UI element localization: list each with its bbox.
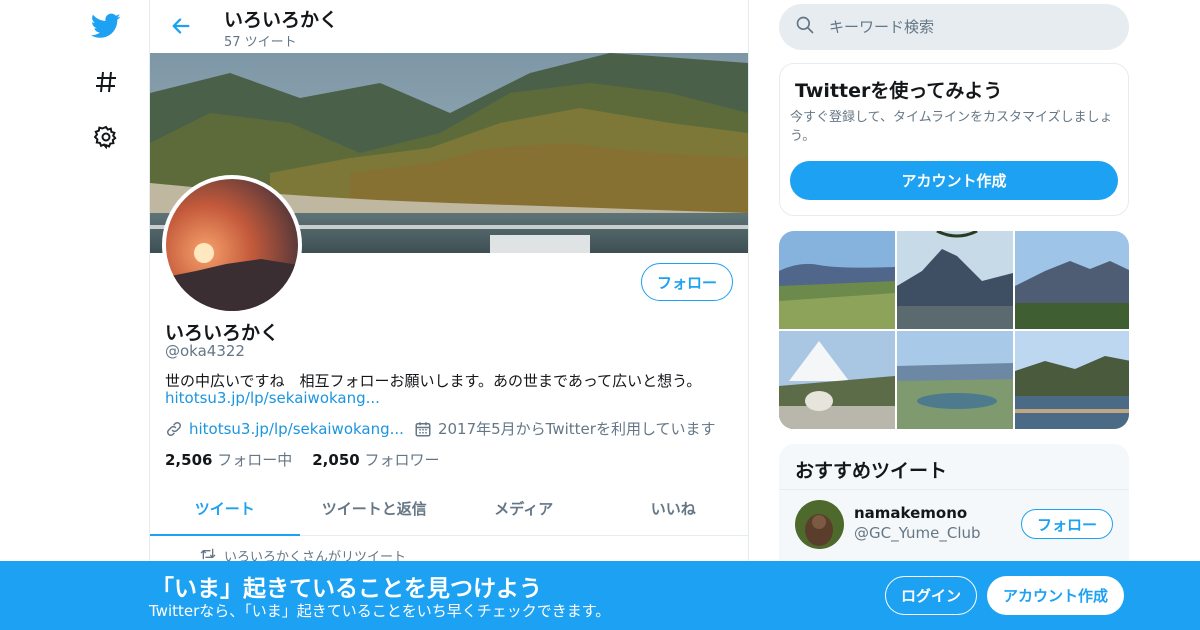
followers-stat[interactable]: 2,050 フォロワー bbox=[312, 449, 439, 470]
profile-meta: hitotsu3.jp/lp/sekaiwokang... 2017年5月からT… bbox=[165, 418, 716, 439]
follow-button[interactable]: フォロー bbox=[641, 263, 733, 301]
media-thumb[interactable] bbox=[897, 331, 1013, 429]
search-icon bbox=[795, 15, 815, 39]
profile-topbar: いろいろかく 57 ツイート bbox=[150, 0, 748, 53]
signup-button[interactable]: アカウント作成 bbox=[987, 576, 1124, 615]
profile-tabs: ツイート ツイートと返信 メディア いいね bbox=[150, 481, 748, 536]
tab-tweets[interactable]: ツイート bbox=[150, 481, 300, 536]
app-root: いろいろかく 57 ツイート フォロー いろいろかく @oka4322 世の中広… bbox=[0, 0, 1200, 630]
back-arrow-icon[interactable] bbox=[166, 11, 196, 41]
profile-stats: 2,506 フォロー中 2,050 フォロワー bbox=[165, 449, 440, 470]
recommended-title: おすすめツイート bbox=[795, 460, 948, 482]
profile-bio: 世の中広いですね 相互フォローお願いします。あの世まであって広いと想う。 bbox=[165, 372, 702, 390]
divider bbox=[779, 489, 1129, 490]
gear-icon[interactable] bbox=[90, 121, 122, 153]
search-box[interactable] bbox=[779, 4, 1129, 50]
profile-bio-link[interactable]: hitotsu3.jp/lp/sekaiwokang... bbox=[165, 389, 380, 407]
profile-website-link[interactable]: hitotsu3.jp/lp/sekaiwokang... bbox=[189, 420, 404, 438]
tab-media[interactable]: メディア bbox=[449, 481, 599, 535]
media-thumb[interactable] bbox=[779, 231, 895, 329]
following-count: 2,506 bbox=[165, 451, 213, 469]
calendar-icon bbox=[414, 420, 432, 438]
signup-card: Twitterを使ってみよう 今すぐ登録して、タイムラインをカスタマイズしましょ… bbox=[779, 63, 1129, 216]
topbar-tweet-count: 57 ツイート bbox=[224, 35, 297, 50]
media-thumb[interactable] bbox=[1015, 331, 1129, 429]
profile-name: いろいろかく bbox=[165, 322, 280, 344]
signup-bottom-bar: 「いま」起きていることを見つけよう Twitterなら、「いま」起きていることを… bbox=[0, 561, 1200, 630]
media-thumb[interactable] bbox=[1015, 231, 1129, 329]
profile-joined-date: 2017年5月からTwitterを利用しています bbox=[437, 420, 716, 438]
profile-column: いろいろかく 57 ツイート フォロー いろいろかく @oka4322 世の中広… bbox=[149, 0, 749, 630]
tab-likes[interactable]: いいね bbox=[599, 481, 749, 535]
topbar-profile-name: いろいろかく bbox=[224, 9, 339, 31]
following-stat[interactable]: 2,506 フォロー中 bbox=[165, 449, 292, 470]
recommended-user-handle: @GC_Yume_Club bbox=[854, 524, 981, 542]
twitter-bird-icon[interactable] bbox=[90, 10, 122, 42]
signup-card-desc: 今すぐ登録して、タイムラインをカスタマイズしましょう。 bbox=[790, 110, 1113, 144]
profile-avatar[interactable] bbox=[162, 175, 302, 315]
tab-tweets-and-replies[interactable]: ツイートと返信 bbox=[300, 481, 450, 535]
recommended-user-name[interactable]: namakemono bbox=[854, 504, 967, 522]
followers-count: 2,050 bbox=[312, 451, 360, 469]
login-button[interactable]: ログイン bbox=[885, 576, 977, 615]
followers-label: フォロワー bbox=[364, 451, 440, 469]
bottom-bar-headline: 「いま」起きていることを見つけよう bbox=[151, 576, 542, 602]
media-grid bbox=[779, 231, 1129, 429]
recommended-user-avatar[interactable] bbox=[795, 500, 844, 549]
profile-handle: @oka4322 bbox=[165, 342, 245, 360]
media-thumb[interactable] bbox=[897, 231, 1013, 329]
following-label: フォロー中 bbox=[217, 451, 293, 469]
hashtag-icon[interactable] bbox=[90, 66, 122, 98]
bottom-bar-subtext: Twitterなら、「いま」起きていることをいち早くチェックできます。 bbox=[149, 602, 611, 620]
link-icon bbox=[165, 420, 183, 438]
search-input[interactable] bbox=[829, 18, 1109, 36]
recommended-follow-button[interactable]: フォロー bbox=[1021, 509, 1113, 539]
media-thumb[interactable] bbox=[779, 331, 895, 429]
signup-card-title: Twitterを使ってみよう bbox=[795, 80, 1003, 102]
signup-card-button[interactable]: アカウント作成 bbox=[790, 161, 1118, 200]
